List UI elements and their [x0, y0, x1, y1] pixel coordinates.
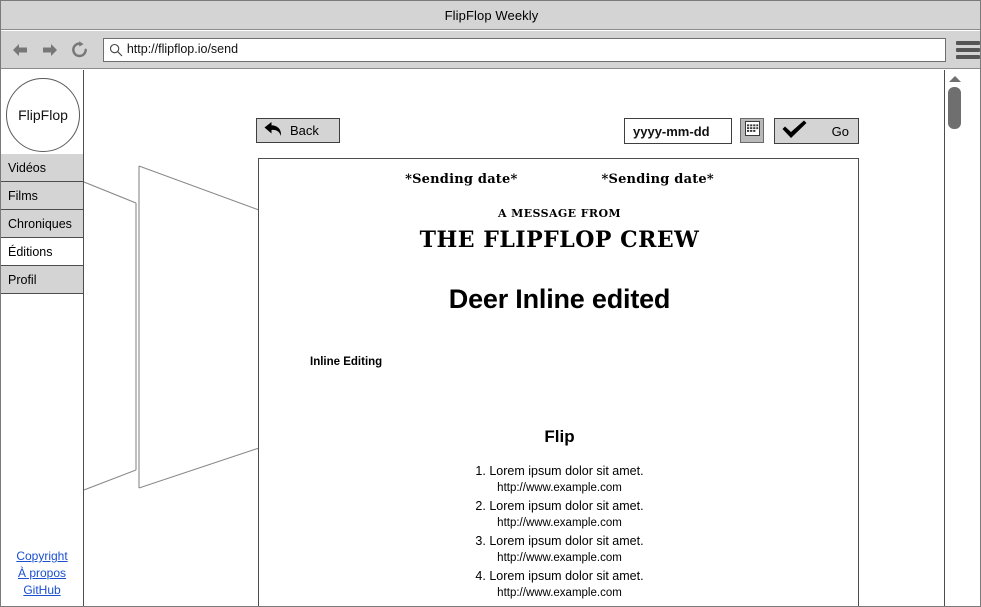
logo-label: FlipFlop — [18, 107, 68, 123]
address-bar-text: http://flipflop.io/send — [126, 42, 239, 57]
sidebar-item-profil[interactable]: Profil — [1, 266, 83, 294]
list-item-title: 1. Lorem ipsum dolor sit amet. — [259, 462, 858, 480]
address-bar[interactable]: http://flipflop.io/send — [102, 37, 947, 62]
back-button-label: Back — [290, 123, 319, 138]
link-github[interactable]: GitHub — [23, 582, 60, 598]
link-copyright[interactable]: Copyright — [16, 548, 67, 564]
hamburger-menu-icon[interactable] — [956, 38, 980, 62]
list-item-url[interactable]: http://www.example.com — [259, 550, 858, 567]
go-button[interactable]: Go — [774, 118, 859, 144]
newsletter-headline[interactable]: Deer Inline edited — [259, 284, 858, 315]
sending-date-right[interactable]: *Sending date* — [602, 172, 714, 187]
checkmark-icon — [781, 120, 809, 143]
list-item[interactable]: 4. Lorem ipsum dolor sit amet. http://ww… — [259, 567, 858, 602]
crew-title: THE FLIPFLOP CREW — [419, 227, 700, 253]
sending-date-row: *Sending date* *Sending date* — [259, 172, 858, 187]
list-item-text: Lorem ipsum dolor sit amet. — [489, 534, 644, 548]
list-item-url[interactable]: http://www.example.com — [259, 480, 858, 497]
sidebar: FlipFlop Vidéos Films Chroniques Édition… — [1, 70, 84, 606]
browser-reload-button[interactable] — [69, 38, 91, 62]
list-item-url[interactable]: http://www.example.com — [259, 515, 858, 532]
section-heading-flip[interactable]: Flip — [259, 427, 858, 447]
browser-back-button[interactable] — [9, 38, 31, 62]
browser-forward-button[interactable] — [39, 38, 61, 62]
list-item[interactable]: 3. Lorem ipsum dolor sit amet. http://ww… — [259, 532, 858, 567]
hamburger-bar — [956, 47, 980, 52]
list-item[interactable]: 1. Lorem ipsum dolor sit amet. http://ww… — [259, 462, 858, 497]
sidebar-item-editions[interactable]: Éditions — [1, 238, 83, 266]
newsletter-preview-panel: *Sending date* *Sending date* A MESSAGE … — [258, 158, 859, 606]
logo-circle: FlipFlop — [6, 78, 80, 152]
sending-date-left[interactable]: *Sending date* — [405, 172, 517, 187]
newsletter-item-list: 1. Lorem ipsum dolor sit amet. http://ww… — [259, 462, 858, 602]
sidebar-item-films[interactable]: Films — [1, 182, 83, 210]
sidebar-item-videos[interactable]: Vidéos — [1, 154, 83, 182]
list-item-title: 3. Lorem ipsum dolor sit amet. — [259, 532, 858, 550]
calendar-picker-button[interactable] — [740, 118, 764, 143]
page-body: FlipFlop Vidéos Films Chroniques Édition… — [1, 70, 980, 606]
logo[interactable]: FlipFlop — [6, 78, 80, 152]
date-input[interactable]: yyyy-mm-dd — [624, 118, 732, 144]
scroll-up-arrow-icon[interactable] — [949, 76, 961, 82]
sidebar-item-label: Chroniques — [8, 216, 72, 231]
sidebar-item-label: Profil — [8, 272, 37, 287]
date-input-value: yyyy-mm-dd — [633, 123, 710, 139]
sidebar-item-label: Films — [8, 188, 38, 203]
window-titlebar: FlipFlop Weekly — [1, 1, 980, 30]
sidebar-menu: Vidéos Films Chroniques Éditions Profil — [1, 154, 83, 294]
link-a-propos[interactable]: À propos — [18, 565, 66, 581]
list-item-text: Lorem ipsum dolor sit amet. — [489, 569, 644, 583]
message-from-label: A MESSAGE FROM — [497, 207, 622, 220]
list-item-number: 3. — [475, 534, 486, 548]
main-content: Back yyyy-mm-dd Go *Sending date* *Sendi… — [84, 70, 963, 606]
list-item-url[interactable]: http://www.example.com — [259, 585, 858, 602]
sidebar-item-label: Éditions — [8, 244, 53, 259]
scrollbar-thumb[interactable] — [948, 87, 961, 129]
reload-icon — [70, 40, 89, 59]
list-item-title: 2. Lorem ipsum dolor sit amet. — [259, 497, 858, 515]
back-button[interactable]: Back — [256, 118, 340, 143]
arrow-right-icon — [41, 42, 59, 58]
list-item-text: Lorem ipsum dolor sit amet. — [489, 499, 644, 513]
list-item-number: 1. — [475, 464, 486, 478]
hamburger-bar — [956, 40, 980, 45]
sidebar-item-chroniques[interactable]: Chroniques — [1, 210, 83, 238]
content-toolbar: Back yyyy-mm-dd Go — [84, 70, 963, 158]
sidebar-footer-links: Copyright À propos GitHub — [1, 548, 83, 598]
list-item-title: 4. Lorem ipsum dolor sit amet. — [259, 567, 858, 585]
arrow-left-icon — [11, 42, 29, 58]
list-item-number: 2. — [475, 499, 486, 513]
sidebar-item-label: Vidéos — [8, 160, 46, 175]
window-title: FlipFlop Weekly — [444, 7, 539, 23]
list-item-text: Lorem ipsum dolor sit amet. — [489, 464, 644, 478]
go-button-label: Go — [831, 123, 849, 139]
list-item[interactable]: 2. Lorem ipsum dolor sit amet. http://ww… — [259, 497, 858, 532]
search-icon — [109, 43, 123, 57]
browser-toolbar: http://flipflop.io/send — [1, 31, 980, 69]
list-item-number: 4. — [475, 569, 486, 583]
browser-window: FlipFlop Weekly http://flipflop.io/send … — [0, 0, 981, 607]
calendar-icon — [744, 120, 760, 141]
back-arrow-icon — [263, 120, 285, 141]
vertical-scrollbar[interactable] — [944, 70, 963, 606]
inline-editing-label[interactable]: Inline Editing — [310, 356, 382, 368]
hamburger-bar — [956, 54, 980, 59]
